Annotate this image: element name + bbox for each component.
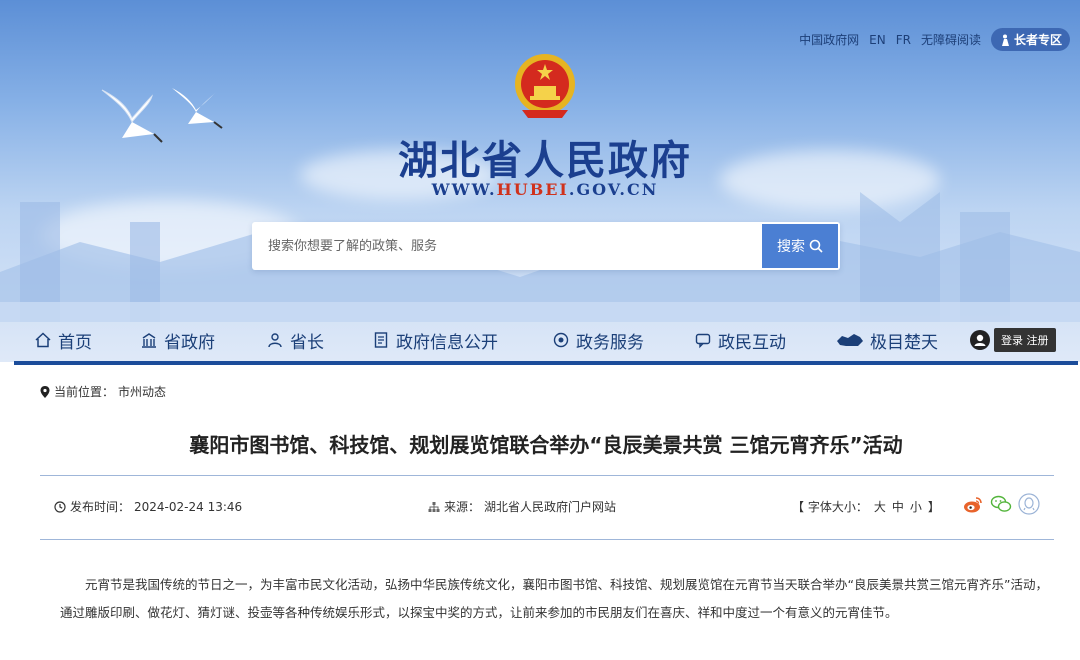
article-source: 来源： 湖北省人民政府门户网站 bbox=[428, 498, 616, 515]
article-meta: 发布时间： 2024-02-24 13:46 来源： 湖北省人民政府门户网站 【 字… bbox=[40, 493, 1054, 517]
lang-en-link[interactable]: EN bbox=[869, 33, 886, 47]
nav-item-info-disclosure[interactable]: 政府信息公开 bbox=[372, 328, 498, 353]
login-group: 登录 注册 bbox=[970, 328, 1056, 352]
location-pin-icon bbox=[40, 385, 50, 398]
clock-icon bbox=[54, 500, 66, 513]
breadcrumb: 当前位置： 市州动态 bbox=[40, 383, 166, 400]
meta-divider bbox=[40, 539, 1054, 540]
search-button[interactable]: 搜索 bbox=[762, 224, 838, 268]
source-label: 来源： bbox=[444, 500, 481, 514]
qq-share-icon[interactable] bbox=[1018, 493, 1040, 515]
font-size-control: 【 字体大小： 大 中 小 】 bbox=[792, 498, 940, 515]
site-url-highlight: HUBEI bbox=[496, 180, 569, 199]
breadcrumb-current-link[interactable]: 市州动态 bbox=[118, 383, 166, 400]
gov-portal-link[interactable]: 中国政府网 bbox=[799, 31, 859, 48]
national-emblem-icon bbox=[515, 54, 575, 118]
nav-item-gov-services[interactable]: 政务服务 bbox=[552, 328, 644, 353]
nav-item-home[interactable]: 首页 bbox=[34, 328, 92, 353]
share-bar bbox=[962, 493, 1040, 515]
header-banner: 中国政府网 EN FR 无障碍阅读 长者专区 湖北省人民政府 WWW.HUBEI… bbox=[0, 0, 1080, 362]
search-box: 搜索 bbox=[252, 222, 840, 270]
font-size-large-option[interactable]: 大 bbox=[874, 498, 886, 515]
site-url-suffix: .GOV.CN bbox=[568, 180, 659, 199]
nav-item-governor[interactable]: 省长 bbox=[266, 328, 324, 353]
home-icon bbox=[35, 332, 51, 348]
font-size-small-option[interactable]: 小 bbox=[910, 498, 922, 515]
elder-zone-label: 长者专区 bbox=[1013, 33, 1062, 47]
font-size-medium-option[interactable]: 中 bbox=[892, 498, 904, 515]
nav-item-label: 政务服务 bbox=[576, 332, 644, 353]
publish-date-value: 2024-02-24 13:46 bbox=[134, 499, 243, 514]
lang-fr-link[interactable]: FR bbox=[896, 33, 911, 47]
nav-item-label: 省长 bbox=[290, 332, 324, 353]
nav-item-jimu-chutian[interactable]: 极目楚天 bbox=[836, 328, 938, 353]
article-body: 元宵节是我国传统的节日之一，为丰富市民文化活动，弘扬中华民族传统文化，襄阳市图书… bbox=[60, 571, 1050, 627]
nav-item-label: 政府信息公开 bbox=[396, 332, 498, 353]
chat-icon bbox=[695, 333, 711, 349]
map-icon bbox=[837, 334, 863, 346]
font-size-bracket-close: 】 bbox=[927, 500, 940, 514]
nav-item-provincial-gov[interactable]: 省政府 bbox=[140, 328, 215, 353]
breadcrumb-prefix: 当前位置： bbox=[54, 385, 115, 399]
weibo-share-icon[interactable] bbox=[962, 493, 984, 515]
person-icon bbox=[268, 333, 282, 348]
nav-item-label: 首页 bbox=[58, 332, 92, 353]
elder-person-icon bbox=[1001, 34, 1009, 46]
article-title: 襄阳市图书馆、科技馆、规划展览馆联合举办“良辰美景共赏 三馆元宵齐乐”活动 bbox=[189, 433, 903, 457]
search-input[interactable] bbox=[252, 222, 762, 270]
sitemap-icon bbox=[428, 501, 440, 512]
site-title: 湖北省人民政府 bbox=[398, 138, 692, 184]
login-register-button[interactable]: 登录 注册 bbox=[994, 328, 1056, 352]
search-button-label: 搜索 bbox=[777, 239, 805, 255]
title-divider bbox=[40, 475, 1054, 476]
nav-item-interaction[interactable]: 政民互动 bbox=[694, 328, 786, 353]
accessible-reading-link[interactable]: 无障碍阅读 bbox=[921, 31, 981, 48]
nav-item-label: 政民互动 bbox=[718, 332, 786, 353]
main-nav: 首页 省政府 省长 政府信息公开 政务服务 政民互动 极目楚天 登录 注册 bbox=[14, 318, 1078, 362]
site-url: WWW.HUBEI.GOV.CN bbox=[0, 180, 1080, 199]
document-icon bbox=[374, 332, 388, 348]
publish-date: 发布时间： 2024-02-24 13:46 bbox=[54, 498, 242, 515]
user-avatar-icon[interactable] bbox=[970, 330, 990, 350]
service-icon bbox=[553, 332, 569, 348]
building-icon bbox=[142, 333, 156, 348]
top-links-bar: 中国政府网 EN FR 无障碍阅读 长者专区 bbox=[799, 28, 1070, 51]
nav-item-label: 省政府 bbox=[164, 332, 215, 353]
search-icon bbox=[809, 239, 823, 253]
publish-date-label: 发布时间： bbox=[70, 500, 131, 514]
wechat-share-icon[interactable] bbox=[990, 493, 1012, 515]
article-panel: 当前位置： 市州动态 襄阳市图书馆、科技馆、规划展览馆联合举办“良辰美景共赏 三… bbox=[14, 365, 1078, 660]
elder-zone-button[interactable]: 长者专区 bbox=[990, 28, 1070, 51]
font-size-label: 【 字体大小： bbox=[792, 500, 868, 514]
nav-item-label: 极目楚天 bbox=[870, 332, 938, 353]
source-value: 湖北省人民政府门户网站 bbox=[484, 500, 617, 514]
article-paragraph: 元宵节是我国传统的节日之一，为丰富市民文化活动，弘扬中华民族传统文化，襄阳市图书… bbox=[60, 577, 1048, 620]
site-url-prefix: WWW. bbox=[431, 180, 497, 199]
